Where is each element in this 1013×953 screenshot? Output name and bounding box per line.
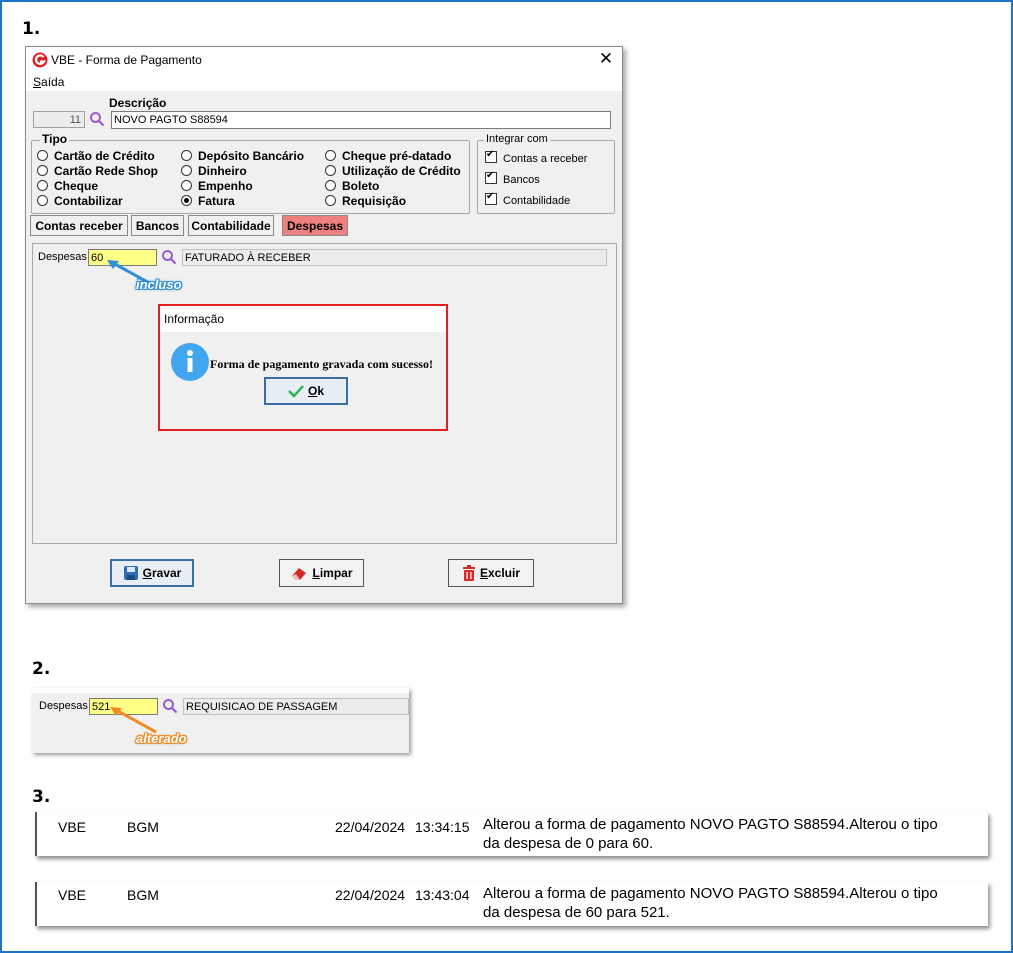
log-message-line2: da despesa de 0 para 60. [483, 835, 654, 852]
step-label-3: 3. [32, 787, 51, 807]
radio-requisicao[interactable]: Requisição [325, 194, 406, 208]
step-label-2: 2. [32, 659, 51, 679]
callout-alterado: alterado [136, 731, 187, 746]
despesas-description-field: REQUISICAO DE PASSAGEM [183, 698, 409, 715]
integrar-title: Integrar com [484, 133, 550, 145]
radio-boleto[interactable]: Boleto [325, 179, 379, 193]
descricao-input[interactable]: NOVO PAGTO S88594 [111, 111, 611, 129]
log-row: VBE BGM 22/04/2024 13:43:04 Alterou a fo… [35, 882, 988, 926]
menu-saida[interactable]: Saída [33, 75, 64, 89]
radio-fatura[interactable]: Fatura [181, 194, 235, 208]
window-title: VBE - Forma de Pagamento [51, 53, 202, 67]
code-field[interactable]: 11 [33, 111, 85, 128]
menu-bar: Saída [26, 73, 622, 91]
log-system: VBE [58, 887, 87, 903]
despesas-label: Despesas [38, 251, 87, 263]
checkbox-bancos[interactable]: Bancos [485, 170, 540, 186]
search-icon[interactable] [89, 111, 105, 127]
limpar-button[interactable]: Limpar [279, 559, 364, 587]
callout-incluso: incluso [136, 277, 182, 292]
radio-cartao-credito[interactable]: Cartão de Crédito [37, 149, 155, 163]
excluir-button[interactable]: Excluir [448, 559, 534, 587]
log-time: 13:43:04 [415, 887, 470, 903]
dialog-title: Informação [160, 306, 446, 332]
tab-despesas[interactable]: Despesas [282, 215, 348, 236]
radio-contabilizar[interactable]: Contabilizar [37, 194, 123, 208]
tab-contabilidade[interactable]: Contabilidade [188, 215, 274, 236]
despesas-label: Despesas [39, 700, 88, 712]
step-label-1: 1. [22, 19, 41, 39]
tipo-title: Tipo [40, 132, 70, 146]
dialog-message: Forma de pagamento gravada com sucesso! [210, 357, 433, 371]
log-message-line1: Alterou a forma de pagamento NOVO PAGTO … [483, 816, 938, 833]
search-icon[interactable] [162, 698, 178, 714]
log-message-line2: da despesa de 60 para 521. [483, 904, 670, 921]
title-bar: VBE - Forma de Pagamento ✕ [26, 47, 622, 73]
information-dialog: Informação Forma de pagamento gravada co… [158, 304, 448, 431]
descricao-label: Descrição [109, 96, 167, 110]
log-row: VBE BGM 22/04/2024 13:34:15 Alterou a fo… [35, 812, 988, 856]
tab-contas-receber[interactable]: Contas receber [30, 215, 128, 236]
radio-dinheiro[interactable]: Dinheiro [181, 164, 247, 178]
radio-empenho[interactable]: Empenho [181, 179, 253, 193]
app-logo-icon [32, 52, 48, 68]
despesas-snippet: Despesas 521 REQUISICAO DE PASSAGEM alte… [32, 688, 409, 753]
ok-button[interactable]: Ok [264, 377, 348, 405]
close-icon[interactable]: ✕ [594, 48, 618, 70]
info-icon [171, 343, 209, 381]
log-system: VBE [58, 819, 87, 835]
radio-deposito-bancario[interactable]: Depósito Bancário [181, 149, 304, 163]
log-date: 22/04/2024 [335, 819, 406, 835]
trash-icon [462, 565, 475, 581]
save-icon [123, 566, 138, 580]
gravar-button[interactable]: Gravar [110, 559, 194, 587]
log-message-line1: Alterou a forma de pagamento NOVO PAGTO … [483, 885, 938, 902]
log-date: 22/04/2024 [335, 887, 406, 903]
radio-cheque[interactable]: Cheque [37, 179, 98, 193]
log-user: BGM [127, 819, 159, 835]
checkbox-contabilidade[interactable]: Contabilidade [485, 191, 570, 207]
despesas-description-field: FATURADO À RECEBER [182, 249, 607, 266]
tab-bancos[interactable]: Bancos [131, 215, 184, 236]
search-icon[interactable] [161, 249, 177, 265]
log-time: 13:34:15 [415, 819, 470, 835]
radio-utilizacao-credito[interactable]: Utilização de Crédito [325, 164, 461, 178]
radio-cartao-rede-shop[interactable]: Cartão Rede Shop [37, 164, 158, 178]
log-user: BGM [127, 887, 159, 903]
eraser-icon [292, 568, 307, 580]
radio-cheque-pre-datado[interactable]: Cheque pré-datado [325, 149, 451, 163]
checkbox-contas-receber[interactable]: Contas a receber [485, 149, 587, 165]
check-icon [288, 385, 304, 398]
